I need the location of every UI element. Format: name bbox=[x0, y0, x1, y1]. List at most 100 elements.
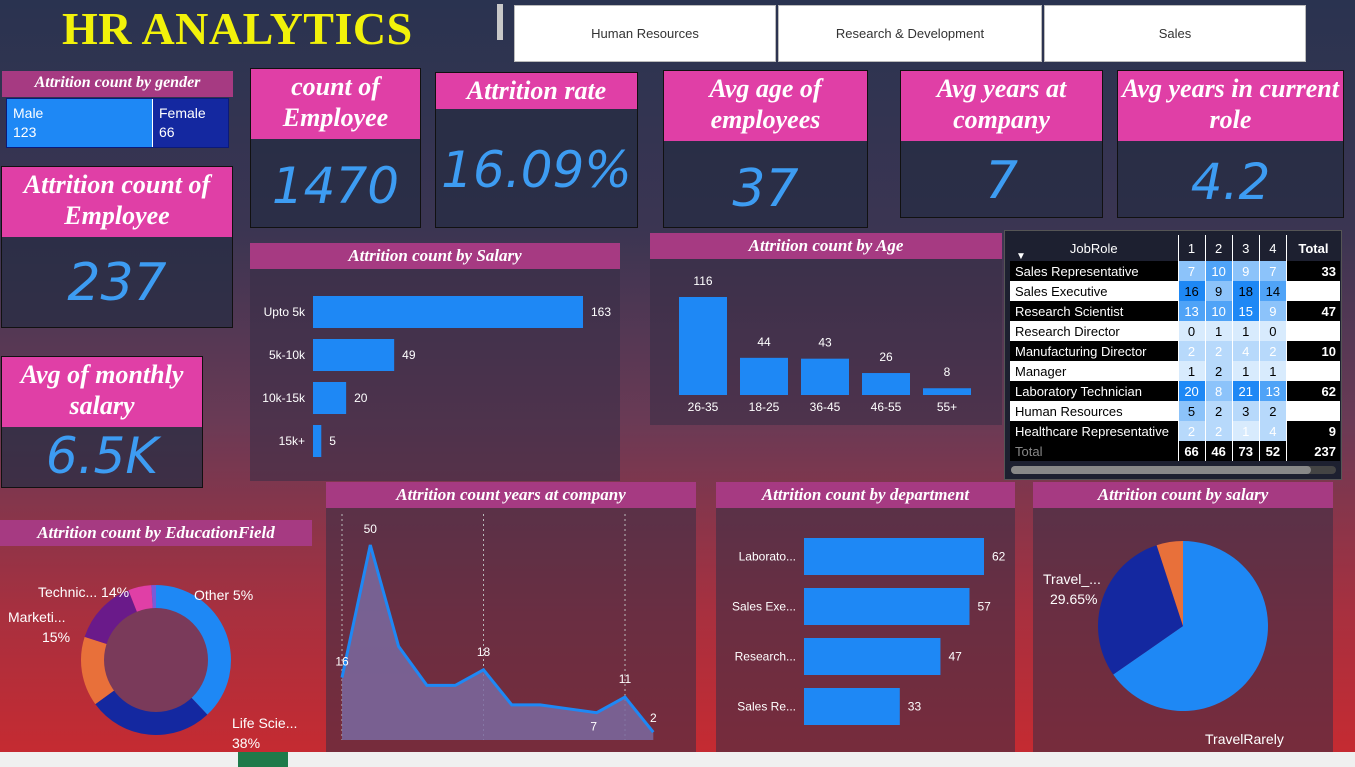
matrix-header-col-4[interactable]: 4 bbox=[1259, 235, 1287, 261]
matrix-role: Research Scientist bbox=[1010, 301, 1179, 321]
panel-age-chart: Attrition count by Age 116 26-35 44 18-25 43… bbox=[650, 233, 1002, 425]
bar-value-label: 49 bbox=[402, 348, 416, 362]
bar-category-label: 36-45 bbox=[810, 400, 841, 414]
sheet-tab[interactable] bbox=[238, 752, 288, 767]
bar-value-label: 20 bbox=[354, 391, 368, 405]
matrix-cell: 1 bbox=[1259, 361, 1287, 381]
kpi-avg-years-role-value: 4.2 bbox=[1190, 153, 1271, 211]
matrix-cell: 10 bbox=[1205, 261, 1233, 281]
matrix-cell: 0 bbox=[1259, 321, 1287, 341]
page-title: HR ANALYTICS bbox=[62, 3, 413, 54]
donut-value-label: 38% bbox=[232, 735, 260, 751]
matrix-cell: 9 bbox=[1205, 281, 1233, 301]
matrix-cell: 1 bbox=[1205, 321, 1233, 341]
matrix-header-col-3[interactable]: 3 bbox=[1232, 235, 1260, 261]
kpi-avg-age-value: 37 bbox=[732, 159, 799, 219]
slicer-human-resources[interactable]: Human Resources bbox=[514, 5, 776, 62]
matrix-cell: 2 bbox=[1205, 361, 1233, 381]
matrix-cell: 21 bbox=[1232, 381, 1260, 401]
point-label: 7 bbox=[590, 720, 597, 734]
gender-table: Male 123 Female 66 bbox=[6, 98, 229, 148]
bar[interactable] bbox=[804, 688, 900, 725]
bar[interactable] bbox=[862, 373, 910, 395]
kpi-avg-age: Avg age of employees 37 bbox=[663, 70, 868, 228]
bar[interactable] bbox=[740, 357, 788, 395]
matrix-row[interactable]: Sales Representative 7 10 9 7 33 bbox=[1010, 261, 1340, 281]
bar[interactable] bbox=[313, 296, 583, 328]
bar[interactable] bbox=[804, 588, 970, 625]
matrix-row[interactable]: Research Director 0 1 1 0 bbox=[1010, 321, 1340, 341]
bar-value-label: 47 bbox=[948, 650, 962, 664]
travel-chart-title: Attrition count by salary bbox=[1033, 482, 1333, 508]
matrix-cell: 0 bbox=[1178, 321, 1206, 341]
years-area-chart: 05101650187112 bbox=[335, 514, 657, 767]
matrix-role: Laboratory Technician bbox=[1010, 381, 1179, 401]
bar-category-label: 5k-10k bbox=[269, 348, 306, 362]
matrix-row-total bbox=[1286, 281, 1340, 301]
slicer-research-development[interactable]: Research & Development bbox=[778, 5, 1042, 62]
matrix-cell: 2 bbox=[1205, 341, 1233, 361]
pie-label: TravelRarely bbox=[1205, 731, 1284, 747]
matrix-scrollbar-thumb[interactable] bbox=[1011, 466, 1311, 474]
gender-male[interactable]: Male 123 bbox=[7, 99, 152, 147]
matrix-row[interactable]: Manufacturing Director 2 2 4 2 10 bbox=[1010, 341, 1340, 361]
matrix-row[interactable]: Human Resources 5 2 3 2 bbox=[1010, 401, 1340, 421]
matrix-cell: 16 bbox=[1178, 281, 1206, 301]
matrix-row[interactable]: Sales Executive 16 9 18 14 bbox=[1010, 281, 1340, 301]
bar-category-label: Sales Exe... bbox=[732, 600, 796, 614]
bar[interactable] bbox=[804, 638, 941, 675]
matrix-row[interactable]: Laboratory Technician 20 8 21 13 62 bbox=[1010, 381, 1340, 401]
matrix-row-total bbox=[1286, 401, 1340, 421]
bar[interactable] bbox=[801, 358, 849, 395]
kpi-avg-years-company: Avg years at company 7 bbox=[900, 70, 1103, 218]
bar-value-label: 8 bbox=[944, 365, 951, 379]
sort-down-icon[interactable]: ▼ bbox=[1016, 251, 1026, 262]
matrix-cell: 10 bbox=[1205, 301, 1233, 321]
kpi-employee-count-label: count of Employee bbox=[251, 69, 420, 139]
matrix-cell: 2 bbox=[1205, 421, 1233, 441]
matrix-row-total: 33 bbox=[1286, 261, 1340, 281]
department-bar-chart: Laborato... 62 Sales Exe... 57 Research... 47… bbox=[732, 538, 1006, 725]
matrix-cell: 4 bbox=[1259, 421, 1287, 441]
bar[interactable] bbox=[923, 388, 971, 395]
kpi-avg-age-label: Avg age of employees bbox=[664, 71, 867, 141]
donut-hole bbox=[104, 608, 208, 712]
bar[interactable] bbox=[313, 425, 322, 457]
matrix-row-total: 62 bbox=[1286, 381, 1340, 401]
matrix-total-row: Total 66 46 73 52 237 bbox=[1010, 441, 1340, 461]
matrix-header-total[interactable]: Total bbox=[1286, 235, 1340, 261]
matrix-header-jobrole[interactable]: JobRole ▼ bbox=[1010, 235, 1179, 262]
matrix-header-col-1[interactable]: 1 bbox=[1178, 235, 1206, 261]
kpi-avg-years-role: Avg years in current role 4.2 bbox=[1117, 70, 1344, 218]
bar-category-label: 46-55 bbox=[871, 400, 902, 414]
point-label: 50 bbox=[364, 522, 378, 536]
matrix-row[interactable]: Healthcare Representative 2 2 1 4 9 bbox=[1010, 421, 1340, 441]
matrix-row-total: 9 bbox=[1286, 421, 1340, 441]
matrix-header-col-2[interactable]: 2 bbox=[1205, 235, 1233, 261]
matrix-cell: 2 bbox=[1259, 401, 1287, 421]
matrix-role: Manager bbox=[1010, 361, 1179, 381]
matrix-cell: 20 bbox=[1178, 381, 1206, 401]
bar[interactable] bbox=[313, 382, 347, 414]
kpi-attrition-count: Attrition count of Employee 237 bbox=[1, 166, 233, 328]
age-bar-chart: 116 26-35 44 18-25 43 36-45 26 46-55 8 55+ bbox=[679, 274, 971, 414]
donut-label: Technic... 14% bbox=[38, 584, 129, 600]
slicer-sales[interactable]: Sales bbox=[1044, 5, 1306, 62]
matrix-cell: 13 bbox=[1178, 301, 1206, 321]
matrix-row-total: 47 bbox=[1286, 301, 1340, 321]
matrix-role: Sales Executive bbox=[1010, 281, 1179, 301]
matrix-total-cell: 46 bbox=[1205, 441, 1233, 461]
matrix-cell: 2 bbox=[1178, 341, 1206, 361]
bar[interactable] bbox=[679, 297, 727, 395]
matrix-scrollbar[interactable] bbox=[1011, 466, 1336, 474]
matrix-row[interactable]: Manager 1 2 1 1 bbox=[1010, 361, 1340, 381]
travel-pie-chart: TravelRarely65.33%Travel_...29.65% bbox=[1043, 541, 1284, 767]
bar[interactable] bbox=[804, 538, 984, 575]
gender-female[interactable]: Female 66 bbox=[152, 99, 228, 147]
bar[interactable] bbox=[313, 339, 395, 371]
bar-value-label: 26 bbox=[879, 350, 893, 364]
education-donut-chart: Life Scie...38%Medical 27%Marketi...15%T… bbox=[8, 584, 297, 765]
matrix-cell: 1 bbox=[1178, 361, 1206, 381]
matrix-row[interactable]: Research Scientist 13 10 15 9 47 bbox=[1010, 301, 1340, 321]
matrix-role: Healthcare Representative bbox=[1010, 421, 1179, 441]
